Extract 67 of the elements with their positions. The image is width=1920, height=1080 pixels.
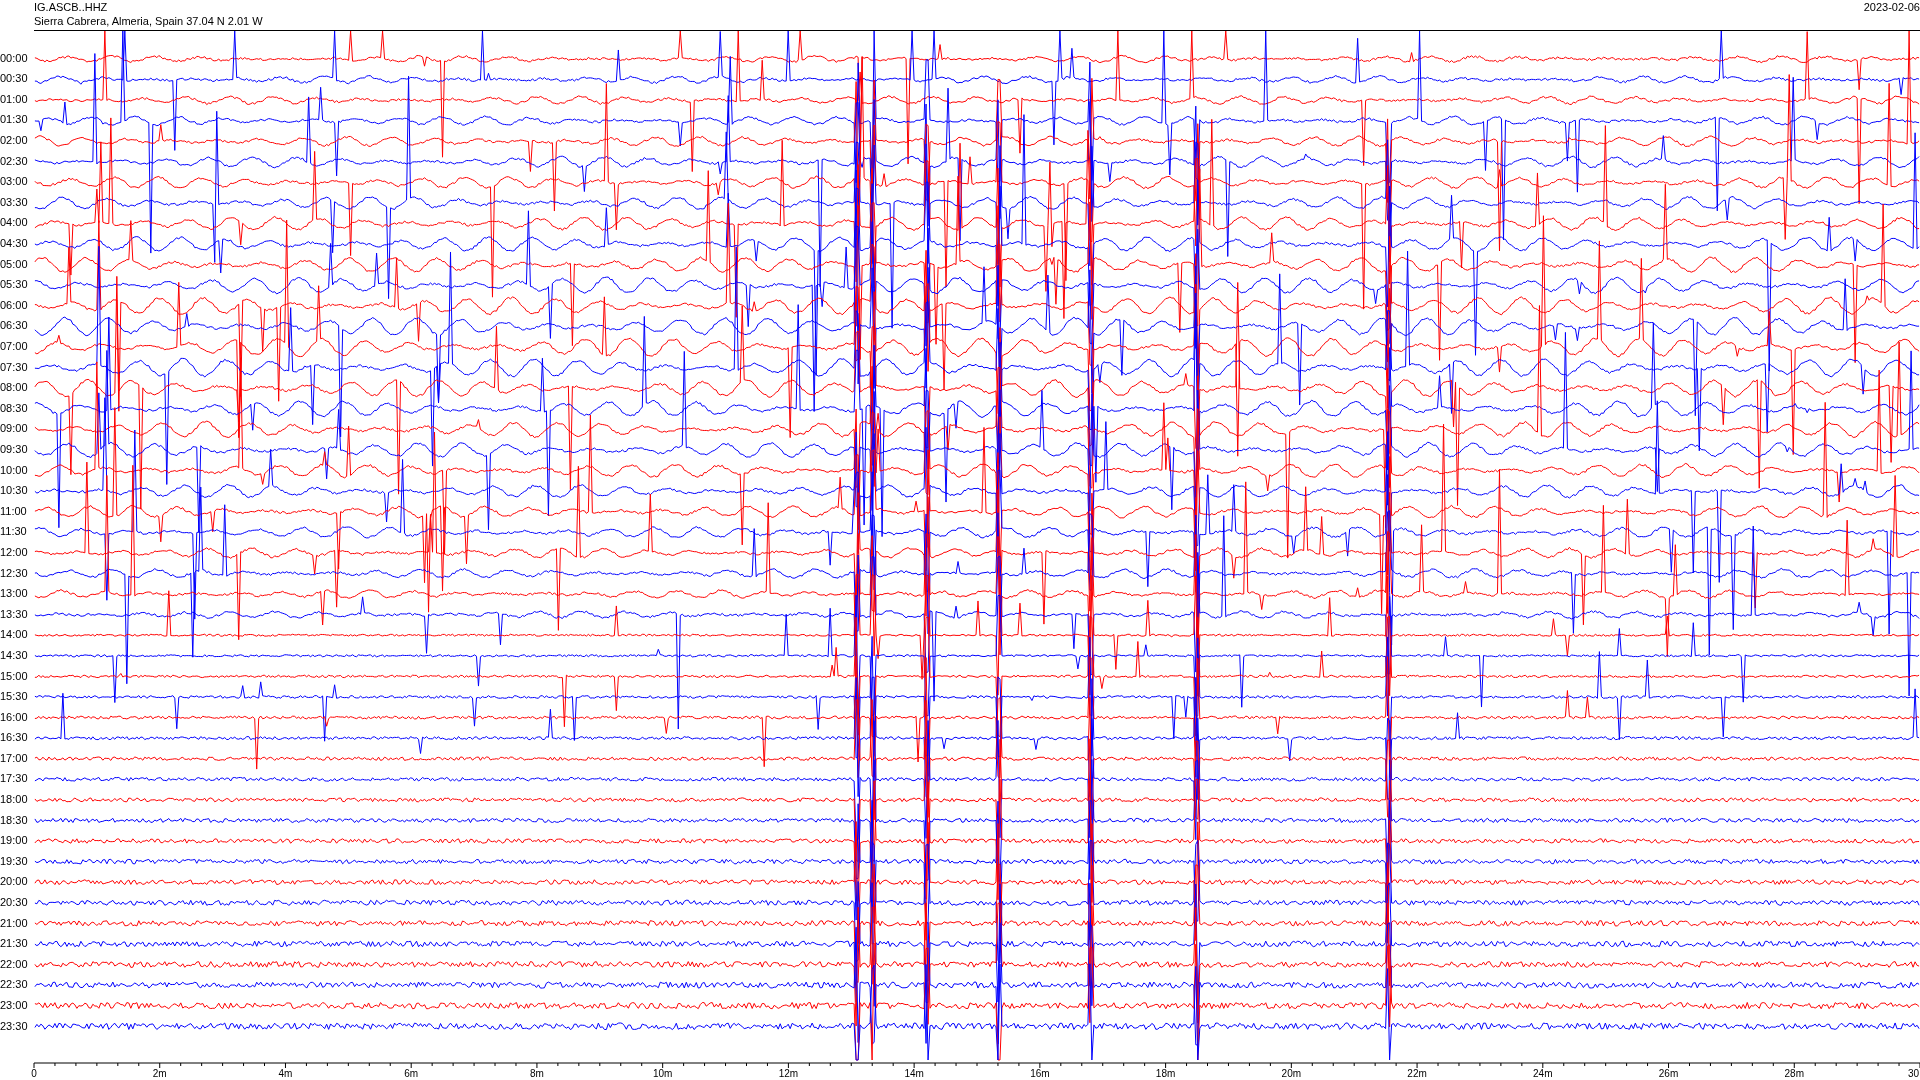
axis-label: 26m (1658, 1068, 1679, 1079)
hour-label: 05:30 (0, 277, 28, 293)
axis-label: 0 (31, 1068, 37, 1079)
axis-label: 12m (778, 1068, 799, 1079)
hour-label: 22:00 (0, 956, 28, 972)
hour-label: 14:30 (0, 647, 28, 663)
hour-label: 10:30 (0, 483, 28, 499)
axis-label: 22m (1407, 1068, 1427, 1079)
station-location: Sierra Cabrera, Almeria, Spain 37.04 N 2.01 W (34, 14, 263, 28)
axis-label: 24m (1533, 1068, 1553, 1079)
hour-label: 09:00 (0, 421, 28, 437)
hour-label: 18:00 (0, 792, 28, 808)
hour-label: 15:00 (0, 668, 28, 684)
hour-label: 19:30 (0, 853, 28, 869)
hour-label: 22:30 (0, 977, 28, 993)
axis-label: 28m (1784, 1068, 1804, 1079)
hour-label: 20:30 (0, 895, 28, 911)
hour-label: 04:30 (0, 236, 28, 252)
axis-label: 14m (904, 1068, 924, 1079)
hour-label: 21:00 (0, 915, 28, 931)
axis-label: 30 (1907, 1068, 1919, 1079)
axis-label: 16m (1030, 1068, 1050, 1079)
axis-label: 6m (404, 1068, 419, 1079)
hour-label: 03:30 (0, 194, 28, 210)
hour-label: 19:00 (0, 833, 28, 849)
hour-label: 01:00 (0, 91, 28, 107)
hour-label: 23:30 (0, 1018, 28, 1034)
hour-label: 01:30 (0, 112, 28, 128)
hour-label: 16:00 (0, 709, 28, 725)
hour-label: 07:30 (0, 359, 28, 375)
hour-label: 16:30 (0, 730, 28, 746)
hour-label: 08:30 (0, 400, 28, 416)
hour-label: 09:30 (0, 441, 28, 457)
plot-date: 2023-02-06 (1863, 0, 1920, 14)
hour-label: 06:00 (0, 297, 28, 313)
hour-label: 02:00 (0, 133, 28, 149)
axis-label: 4m (278, 1068, 293, 1079)
axis-label: 2m (152, 1068, 167, 1079)
axis-label: 20m (1281, 1068, 1302, 1079)
hour-label: 23:00 (0, 998, 28, 1013)
hour-label: 15:30 (0, 689, 28, 705)
hour-label: 12:00 (0, 544, 28, 560)
hour-label: 11:30 (0, 524, 27, 540)
hour-label: 18:30 (0, 812, 28, 828)
hour-label: 13:30 (0, 606, 28, 622)
hour-label: 13:00 (0, 586, 28, 602)
hour-label: 21:30 (0, 936, 28, 952)
axis-label: 10m (652, 1068, 673, 1079)
hour-label: 00:30 (0, 71, 28, 87)
hour-label: 04:00 (0, 215, 28, 231)
hour-label: 17:00 (0, 750, 28, 766)
station-channel: IG.ASCB..HHZ (34, 0, 109, 14)
hour-label: 00:00 (0, 50, 28, 66)
hour-label: 02:30 (0, 153, 28, 169)
hour-label: 06:30 (0, 318, 28, 334)
hour-label: 10:00 (0, 462, 28, 478)
hour-label: 17:30 (0, 771, 28, 787)
hour-label: 08:00 (0, 380, 28, 396)
hour-label: 14:00 (0, 627, 28, 643)
hour-label: 03:00 (0, 174, 28, 190)
axis-label: 18m (1155, 1068, 1176, 1079)
hour-label: 12:30 (0, 565, 28, 581)
hour-label: 20:00 (0, 874, 28, 890)
axis-label: 8m (530, 1068, 544, 1079)
hour-label: 11:00 (0, 503, 27, 519)
hour-label: 05:00 (0, 256, 28, 272)
hour-label: 07:00 (0, 339, 28, 354)
